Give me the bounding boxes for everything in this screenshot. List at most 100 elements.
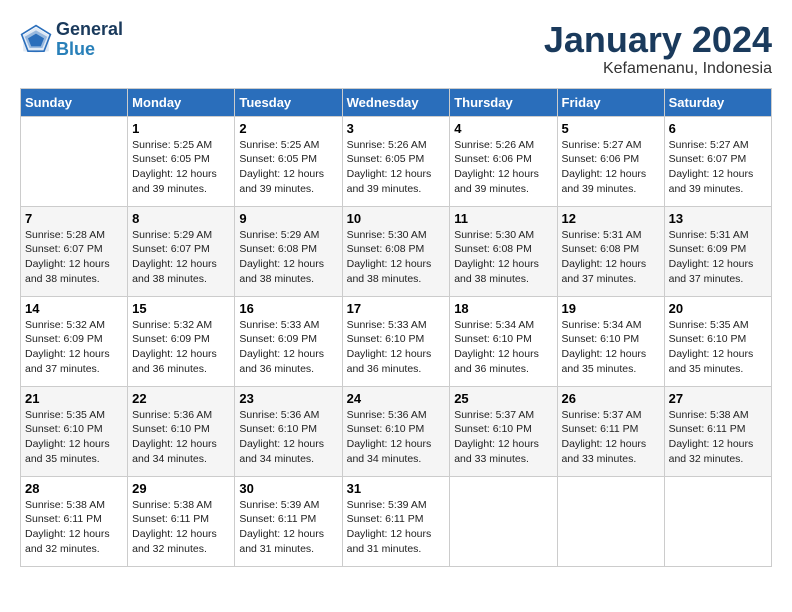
day-number: 20 — [669, 301, 767, 316]
day-number: 29 — [132, 481, 230, 496]
day-info: Sunrise: 5:32 AM Sunset: 6:09 PM Dayligh… — [132, 318, 230, 377]
calendar-table: SundayMondayTuesdayWednesdayThursdayFrid… — [20, 88, 772, 567]
day-number: 28 — [25, 481, 123, 496]
day-number: 4 — [454, 121, 552, 136]
day-info: Sunrise: 5:33 AM Sunset: 6:09 PM Dayligh… — [239, 318, 337, 377]
calendar-header-row: SundayMondayTuesdayWednesdayThursdayFrid… — [21, 88, 772, 116]
calendar-cell: 21 Sunrise: 5:35 AM Sunset: 6:10 PM Dayli… — [21, 386, 128, 476]
day-info: Sunrise: 5:29 AM Sunset: 6:08 PM Dayligh… — [239, 228, 337, 287]
day-info: Sunrise: 5:39 AM Sunset: 6:11 PM Dayligh… — [347, 498, 446, 557]
weekday-header-friday: Friday — [557, 88, 664, 116]
calendar-cell: 11 Sunrise: 5:30 AM Sunset: 6:08 PM Dayli… — [450, 206, 557, 296]
calendar-cell: 8 Sunrise: 5:29 AM Sunset: 6:07 PM Daylig… — [128, 206, 235, 296]
calendar-week-row: 7 Sunrise: 5:28 AM Sunset: 6:07 PM Daylig… — [21, 206, 772, 296]
day-info: Sunrise: 5:27 AM Sunset: 6:06 PM Dayligh… — [562, 138, 660, 197]
logo-icon — [20, 24, 52, 56]
calendar-cell: 5 Sunrise: 5:27 AM Sunset: 6:06 PM Daylig… — [557, 116, 664, 206]
day-number: 21 — [25, 391, 123, 406]
calendar-cell: 14 Sunrise: 5:32 AM Sunset: 6:09 PM Dayli… — [21, 296, 128, 386]
weekday-header-thursday: Thursday — [450, 88, 557, 116]
day-number: 25 — [454, 391, 552, 406]
weekday-header-wednesday: Wednesday — [342, 88, 450, 116]
weekday-header-saturday: Saturday — [664, 88, 771, 116]
calendar-cell: 19 Sunrise: 5:34 AM Sunset: 6:10 PM Dayli… — [557, 296, 664, 386]
calendar-cell: 24Sunrise: 5:36 AM Sunset: 6:10 PM Dayli… — [342, 386, 450, 476]
page-header: General Blue January 2024 Kefamenanu, In… — [20, 20, 772, 78]
logo: General Blue — [20, 20, 123, 60]
calendar-cell: 1 Sunrise: 5:25 AM Sunset: 6:05 PM Daylig… — [128, 116, 235, 206]
day-info: Sunrise: 5:26 AM Sunset: 6:06 PM Dayligh… — [454, 138, 552, 197]
day-info: Sunrise: 5:36 AM Sunset: 6:10 PM Dayligh… — [239, 408, 337, 467]
calendar-cell: 20 Sunrise: 5:35 AM Sunset: 6:10 PM Dayli… — [664, 296, 771, 386]
day-info: Sunrise: 5:37 AM Sunset: 6:11 PM Dayligh… — [562, 408, 660, 467]
day-number: 1 — [132, 121, 230, 136]
calendar-cell: 10Sunrise: 5:30 AM Sunset: 6:08 PM Dayli… — [342, 206, 450, 296]
day-info: Sunrise: 5:38 AM Sunset: 6:11 PM Dayligh… — [25, 498, 123, 557]
calendar-cell: 27Sunrise: 5:38 AM Sunset: 6:11 PM Dayli… — [664, 386, 771, 476]
day-info: Sunrise: 5:33 AM Sunset: 6:10 PM Dayligh… — [347, 318, 446, 377]
weekday-header-monday: Monday — [128, 88, 235, 116]
calendar-cell: 31Sunrise: 5:39 AM Sunset: 6:11 PM Dayli… — [342, 476, 450, 566]
logo-text: General Blue — [56, 20, 123, 60]
day-number: 8 — [132, 211, 230, 226]
day-info: Sunrise: 5:31 AM Sunset: 6:08 PM Dayligh… — [562, 228, 660, 287]
day-number: 22 — [132, 391, 230, 406]
calendar-cell: 18Sunrise: 5:34 AM Sunset: 6:10 PM Dayli… — [450, 296, 557, 386]
weekday-header-sunday: Sunday — [21, 88, 128, 116]
calendar-cell: 12Sunrise: 5:31 AM Sunset: 6:08 PM Dayli… — [557, 206, 664, 296]
calendar-cell: 7 Sunrise: 5:28 AM Sunset: 6:07 PM Daylig… — [21, 206, 128, 296]
calendar-cell: 15Sunrise: 5:32 AM Sunset: 6:09 PM Dayli… — [128, 296, 235, 386]
calendar-body: 1 Sunrise: 5:25 AM Sunset: 6:05 PM Daylig… — [21, 116, 772, 566]
day-number: 26 — [562, 391, 660, 406]
day-number: 13 — [669, 211, 767, 226]
day-info: Sunrise: 5:34 AM Sunset: 6:10 PM Dayligh… — [562, 318, 660, 377]
day-info: Sunrise: 5:38 AM Sunset: 6:11 PM Dayligh… — [132, 498, 230, 557]
calendar-cell: 22Sunrise: 5:36 AM Sunset: 6:10 PM Dayli… — [128, 386, 235, 476]
calendar-cell: 9Sunrise: 5:29 AM Sunset: 6:08 PM Daylig… — [235, 206, 342, 296]
calendar-cell — [450, 476, 557, 566]
month-title: January 2024 — [544, 20, 772, 60]
day-number: 5 — [562, 121, 660, 136]
day-number: 19 — [562, 301, 660, 316]
day-info: Sunrise: 5:29 AM Sunset: 6:07 PM Dayligh… — [132, 228, 230, 287]
day-info: Sunrise: 5:25 AM Sunset: 6:05 PM Dayligh… — [239, 138, 337, 197]
day-info: Sunrise: 5:35 AM Sunset: 6:10 PM Dayligh… — [25, 408, 123, 467]
calendar-cell: 6 Sunrise: 5:27 AM Sunset: 6:07 PM Daylig… — [664, 116, 771, 206]
day-info: Sunrise: 5:36 AM Sunset: 6:10 PM Dayligh… — [347, 408, 446, 467]
day-number: 6 — [669, 121, 767, 136]
day-number: 30 — [239, 481, 337, 496]
calendar-cell — [557, 476, 664, 566]
location: Kefamenanu, Indonesia — [544, 60, 772, 78]
day-info: Sunrise: 5:37 AM Sunset: 6:10 PM Dayligh… — [454, 408, 552, 467]
day-info: Sunrise: 5:25 AM Sunset: 6:05 PM Dayligh… — [132, 138, 230, 197]
calendar-cell: 30 Sunrise: 5:39 AM Sunset: 6:11 PM Dayli… — [235, 476, 342, 566]
weekday-header-tuesday: Tuesday — [235, 88, 342, 116]
day-info: Sunrise: 5:30 AM Sunset: 6:08 PM Dayligh… — [454, 228, 552, 287]
day-info: Sunrise: 5:32 AM Sunset: 6:09 PM Dayligh… — [25, 318, 123, 377]
calendar-cell: 26 Sunrise: 5:37 AM Sunset: 6:11 PM Dayli… — [557, 386, 664, 476]
day-info: Sunrise: 5:34 AM Sunset: 6:10 PM Dayligh… — [454, 318, 552, 377]
calendar-cell: 2 Sunrise: 5:25 AM Sunset: 6:05 PM Daylig… — [235, 116, 342, 206]
day-info: Sunrise: 5:28 AM Sunset: 6:07 PM Dayligh… — [25, 228, 123, 287]
title-block: January 2024 Kefamenanu, Indonesia — [544, 20, 772, 78]
day-number: 11 — [454, 211, 552, 226]
calendar-week-row: 21 Sunrise: 5:35 AM Sunset: 6:10 PM Dayli… — [21, 386, 772, 476]
calendar-cell: 4 Sunrise: 5:26 AM Sunset: 6:06 PM Daylig… — [450, 116, 557, 206]
calendar-cell: 23Sunrise: 5:36 AM Sunset: 6:10 PM Dayli… — [235, 386, 342, 476]
calendar-cell: 28 Sunrise: 5:38 AM Sunset: 6:11 PM Dayli… — [21, 476, 128, 566]
day-number: 14 — [25, 301, 123, 316]
calendar-week-row: 28 Sunrise: 5:38 AM Sunset: 6:11 PM Dayli… — [21, 476, 772, 566]
calendar-cell: 13Sunrise: 5:31 AM Sunset: 6:09 PM Dayli… — [664, 206, 771, 296]
day-info: Sunrise: 5:35 AM Sunset: 6:10 PM Dayligh… — [669, 318, 767, 377]
day-number: 16 — [239, 301, 337, 316]
day-info: Sunrise: 5:26 AM Sunset: 6:05 PM Dayligh… — [347, 138, 446, 197]
calendar-cell — [664, 476, 771, 566]
calendar-cell: 16 Sunrise: 5:33 AM Sunset: 6:09 PM Dayli… — [235, 296, 342, 386]
day-number: 2 — [239, 121, 337, 136]
day-number: 7 — [25, 211, 123, 226]
day-info: Sunrise: 5:38 AM Sunset: 6:11 PM Dayligh… — [669, 408, 767, 467]
calendar-cell: 25 Sunrise: 5:37 AM Sunset: 6:10 PM Dayli… — [450, 386, 557, 476]
day-info: Sunrise: 5:27 AM Sunset: 6:07 PM Dayligh… — [669, 138, 767, 197]
day-number: 17 — [347, 301, 446, 316]
day-info: Sunrise: 5:39 AM Sunset: 6:11 PM Dayligh… — [239, 498, 337, 557]
